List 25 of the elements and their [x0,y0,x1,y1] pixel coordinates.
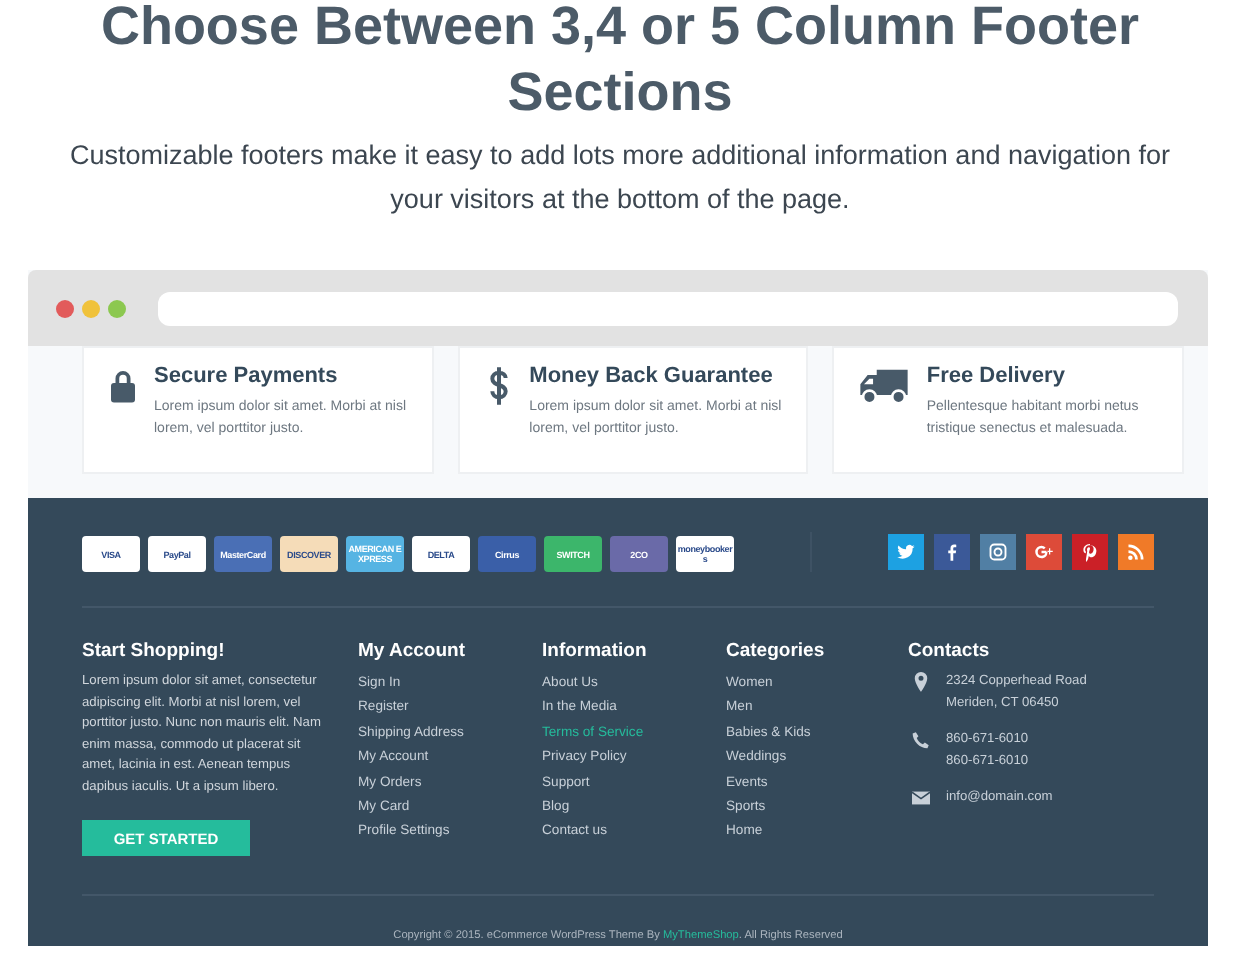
column-heading: Information [542,640,647,662]
column-heading: My Account [358,640,465,662]
column-heading: Categories [726,640,825,662]
facebook-icon[interactable] [934,534,970,570]
window-dot-icon[interactable] [108,299,126,317]
feature-title: Free Delivery [926,364,1067,388]
lock-icon [108,366,138,406]
column-heading: Start Shopping! [82,640,225,662]
rss-icon[interactable] [1118,534,1154,570]
address-field[interactable] [158,291,1178,325]
window-dot-icon[interactable] [82,299,100,317]
window-dot-icon[interactable] [56,299,74,317]
feature-title: Secure Payments [154,364,340,388]
feature-title: Money Back Guarantee [529,364,775,388]
pinterest-icon[interactable] [1072,534,1108,570]
page-subheading: Customizable footers make it easy to add lots more additional information and navigation for your visitors at the bottom of the page. [67,138,1173,218]
googleplus-icon[interactable] [1026,534,1062,570]
page-heading: Choose Between 3,4 or 5 Column Footer Sections [98,0,1142,126]
envelope-icon [912,788,930,808]
location-pin-icon [912,672,930,692]
column-heading: Contacts [908,640,990,662]
instagram-icon[interactable] [980,534,1016,570]
truck-icon [858,366,911,406]
phone-icon [912,730,930,750]
twitter-icon[interactable] [888,534,924,570]
